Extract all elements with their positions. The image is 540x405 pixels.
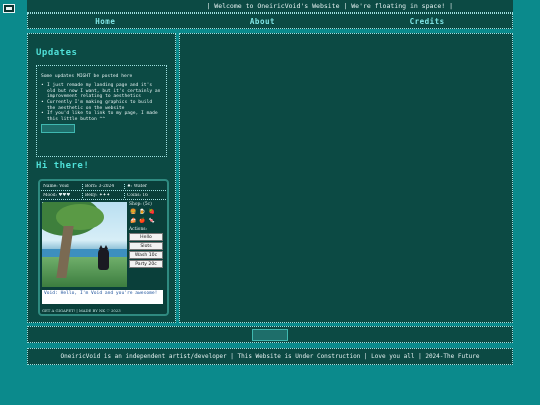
gigapet-credit[interactable]: GET A GIGAPET! | MADE BY NK ♡ 2023 [42,308,121,313]
hello-button[interactable]: Hello [129,233,163,241]
pet-name: Name: Void [41,183,83,189]
updates-intro: Some updates MIGHT be posted here [41,74,133,79]
pet-mood: Mood: ♥♥♥ [41,192,83,198]
update-item: If you'd like to link to my page, I made… [41,111,162,122]
site-88x31-button[interactable] [252,329,288,341]
site-footer: OneiricVoid is an independent artist/dev… [27,348,513,365]
shop-items: 🍔 🍺 🍓 [130,209,169,215]
updates-heading: Updates [36,48,78,58]
shop-items-row-2: 🍰 🍎 🍬 [130,218,169,224]
nav-about-link[interactable]: About [250,17,275,26]
actions-label: Actions: [129,227,148,232]
wash-button[interactable]: Wash 10c [129,251,163,259]
link-button-badge[interactable] [41,123,75,133]
party-button[interactable]: Party 20c [129,260,163,268]
black-cat-icon[interactable] [98,245,109,270]
pet-born: Born: 3-2024 [83,183,125,189]
candy-item-icon[interactable]: 🍬 [148,218,154,224]
pet-shop: Shop: (5c) 🍔 🍺 🍓 🍰 🍎 🍬 Actions: Hello Sl… [129,202,169,269]
updates-list: I just remade my landing page and it's o… [41,83,162,122]
update-item: I just remade my landing page and it's o… [41,83,162,99]
food-item-icon[interactable]: 🍔 [130,209,136,215]
apple-item-icon[interactable]: 🍎 [139,218,145,224]
pet-stats-row-2: Mood: ♥♥♥ Belly: ✦✦✦ Coins: 16 [41,191,166,200]
shop-label: Shop: (5c) [129,202,152,207]
main-content-panel [179,33,513,323]
hi-there-heading: Hi there! [36,161,90,171]
sidebar: Updates Some updates MIGHT be posted her… [27,33,176,323]
main-nav: Home About Credits [27,13,513,29]
cake-item-icon[interactable]: 🍰 [130,218,136,224]
nav-home-link[interactable]: Home [95,17,115,26]
update-item: Currently I'm making graphics to build t… [41,100,162,111]
welcome-marquee: | Welcome to OneiricVoid's Website | We'… [27,0,513,13]
button-bar [27,326,513,343]
pet-coins: Coins: 16 [127,192,148,198]
nav-credits-link[interactable]: Credits [410,17,445,26]
pet-element: ♠: Water [127,183,148,189]
pet-belly: Belly: ✦✦✦ [83,192,125,198]
updates-box: Some updates MIGHT be posted here I just… [36,65,167,157]
treat-item-icon[interactable]: 🍓 [148,209,154,215]
pet-stats-row-1: Name: Void Born: 3-2024 ♠: Water [41,182,166,191]
slots-button[interactable]: Slots [129,242,163,250]
pet-scene-image [42,202,127,287]
drink-item-icon[interactable]: 🍺 [139,209,145,215]
site-favicon-icon [3,4,15,13]
pet-speech-box: Void: Hello, I'm Void and you're awesome… [42,290,163,304]
gigapet-widget: Name: Void Born: 3-2024 ♠: Water Mood: ♥… [38,179,169,316]
